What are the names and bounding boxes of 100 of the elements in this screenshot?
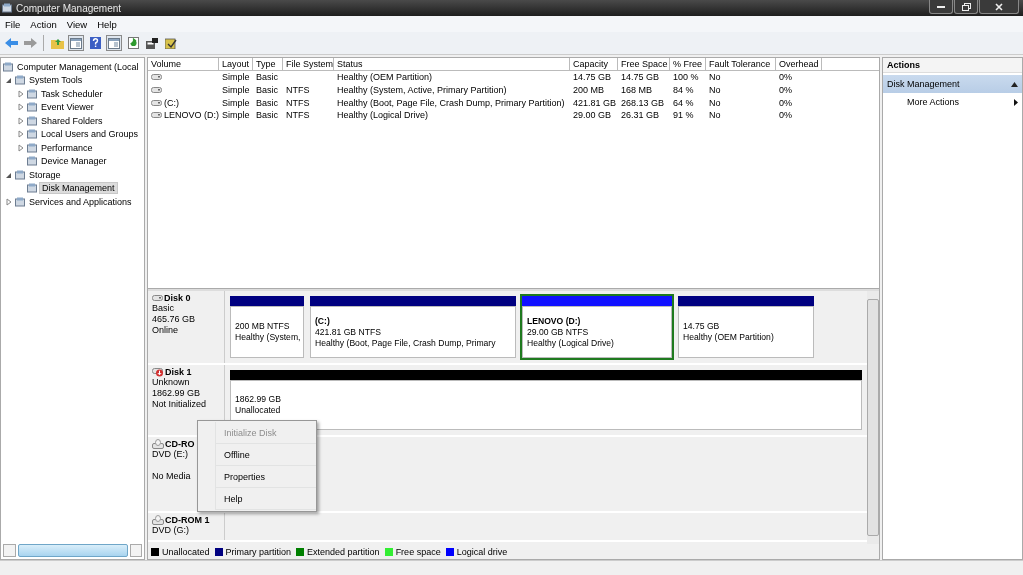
expand-arrow-icon[interactable] [17,89,25,98]
disk-info: 1862.99 GB [152,388,202,399]
tree-item[interactable]: Shared Folders [39,115,105,126]
table-cell: 14.75 GB [621,72,660,83]
disk-name: Disk 0 [164,293,191,303]
disk-info: Not Initialized [152,399,208,410]
context-menu-item[interactable]: Properties [215,466,316,488]
tree-item-icon [27,88,37,99]
tree-item-icon [2,3,12,13]
table-cell: No [709,110,721,121]
table-cell: 0% [779,97,792,108]
tree-item-icon [15,169,25,180]
close-icon [995,2,1003,11]
disk-info: Unknown [152,377,191,388]
column-header[interactable]: Capacity [570,58,618,70]
tree-item-icon [15,75,25,86]
section-title: Disk Management [887,79,960,89]
table-cell: Simple [222,97,250,108]
table-cell: 100 % [673,72,699,83]
tree-item-icon [27,142,37,153]
disk-name: CD-ROM 1 [165,515,210,525]
table-cell: 14.75 GB [573,72,612,83]
disk-name: CD-RO [165,439,195,449]
back-arrow-icon [4,38,18,48]
disk-info: DVD (G:) [152,525,190,536]
minimize-button[interactable] [929,0,953,14]
tree-item[interactable]: Local Users and Groups [39,129,141,140]
context-menu-item[interactable]: Offline [215,444,316,466]
table-cell: 0% [779,110,792,121]
forward-arrow-icon [23,38,37,48]
expand-arrow-icon[interactable] [5,197,13,206]
submenu-arrow-icon [1014,98,1018,106]
menu-item[interactable]: Action [25,18,62,30]
column-header[interactable]: Free Space [618,58,670,70]
menu-item[interactable]: Help [92,18,122,30]
tree-item[interactable]: Disk Management [39,182,118,195]
legend-label: Unallocated [162,546,210,557]
column-header[interactable]: Status [334,58,570,70]
toolbar-button[interactable] [144,35,160,51]
table-cell: 26.31 GB [621,110,660,121]
restore-icon [961,2,971,11]
legend-label: Primary partition [225,546,292,557]
collapse-icon[interactable] [1011,81,1018,87]
tree-item[interactable]: Performance [39,142,95,153]
partition-info: Healthy (System, [235,332,299,343]
table-cell: 168 MB [621,85,653,96]
tree-item[interactable]: Task Scheduler [39,88,105,99]
expand-arrow-icon[interactable] [17,143,25,152]
collapse-arrow-icon[interactable] [5,76,13,85]
expand-arrow-icon[interactable] [17,116,25,125]
context-menu-item[interactable]: Help [215,488,316,510]
column-header[interactable]: File System [283,58,334,70]
table-cell: Basic [256,85,278,96]
column-header[interactable]: Volume [148,58,219,70]
tree-item-icon [27,183,37,194]
table-cell: 421.81 GB [573,97,617,108]
restore-button[interactable] [954,0,978,14]
partition-info: 200 MB NTFS [235,321,291,332]
column-header[interactable]: Layout [219,58,253,70]
horizontal-scrollbar[interactable] [1,544,144,557]
partition-info: 29.00 GB NTFS [527,326,590,338]
vertical-scrollbar[interactable] [867,291,879,544]
legend-label: Free space [395,546,441,557]
table-cell: (C:) [164,97,179,108]
column-header[interactable]: Overhead [776,58,822,70]
action-label: More Actions [907,97,960,107]
column-header[interactable]: Fault Tolerance [706,58,776,70]
table-cell: Basic [256,110,278,121]
table-cell: NTFS [286,97,310,108]
disk-info: DVD (E:) [152,449,189,460]
tree-item-icon [27,129,37,140]
disk-info: No Media [152,471,192,482]
tree-item[interactable]: Services and Applications [27,196,134,207]
tree-item-icon [27,156,37,167]
table-cell: Healthy (Logical Drive) [337,110,429,121]
tree-item[interactable]: Event Viewer [39,102,96,113]
table-cell: NTFS [286,110,310,121]
menu-item[interactable]: View [61,18,93,30]
disk-info: Basic [152,303,175,314]
table-cell: NTFS [286,85,310,96]
column-header[interactable]: % Free [670,58,706,70]
tree-item[interactable]: System Tools [27,75,85,86]
expand-arrow-icon[interactable] [17,130,25,139]
actions-section[interactable]: Disk Management [883,75,1022,93]
table-cell: 0% [779,72,792,83]
actions-header: Actions [883,58,1022,73]
minimize-icon [937,5,945,8]
tree-item[interactable]: Storage [27,169,63,180]
partition-info: Healthy (OEM Partition) [683,332,775,343]
column-header[interactable]: Type [253,58,283,70]
expand-arrow-icon[interactable] [17,103,25,112]
menu-item[interactable]: File [0,18,26,30]
tree-item[interactable]: Device Manager [39,156,109,167]
partition[interactable]: LENOVO (D:) 29.00 GB NTFS Healthy (Logical Drive) [520,294,674,360]
drive-icon [151,99,162,106]
drive-icon [151,87,162,94]
tree-item[interactable]: Computer Management (Local [15,61,141,72]
tree-item-icon [27,102,37,113]
close-button[interactable] [979,0,1019,14]
help-icon [89,37,101,49]
